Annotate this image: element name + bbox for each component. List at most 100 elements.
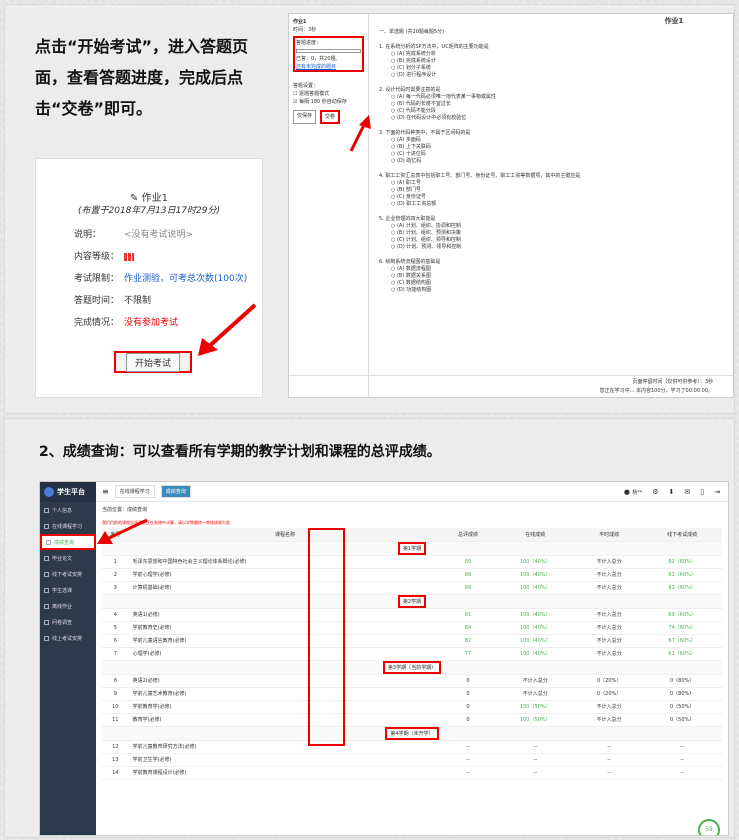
answer-option[interactable]: ○ (D) 进行程序设计	[391, 72, 729, 79]
answer-option[interactable]: ○ (A) 每一代码必须唯一地代表某一事物或属性	[391, 94, 729, 101]
gear-icon[interactable]: ⚙	[652, 488, 658, 496]
panel-exam: 点击“开始考试”，进入答题页面，查看答题进度，完成后点击“交卷”即可。 ✎ 作业…	[4, 4, 735, 414]
answer-option[interactable]: ○ (C) 计划、组织、领导和控制	[391, 237, 729, 244]
exam-row-time: 答题时间： 不限制	[74, 296, 152, 306]
unanswered-link[interactable]: 还有未完成的题目	[296, 63, 361, 71]
answer-option[interactable]: ○ (D) 职工工资总额	[391, 201, 729, 208]
answer-option[interactable]: ○ (A) 计划、组织、协调和控制	[391, 223, 729, 230]
table-cell: 3	[102, 581, 129, 595]
sidebar: 学生平台 个人信息 在线课程学习 成绩查询 毕业论文 线下考试安排 学生选课 离线作业 问卷调…	[40, 482, 96, 835]
answer-option[interactable]: ○ (C) 身份证号	[391, 194, 729, 201]
sidebar-item[interactable]: 在线课程学习	[40, 518, 96, 534]
table-cell: 7	[102, 647, 129, 661]
tab-grades[interactable]: 成绩查询	[160, 485, 191, 498]
question-item: 3. 下面的代码种类中，不属于区间码的是 ○ (A) 多面码 ○ (B) 上下关联码…	[379, 130, 729, 165]
table-cell: 不计入总分	[575, 647, 643, 661]
menu-icon[interactable]: ≡	[102, 487, 109, 496]
sidebar-item[interactable]: 问卷调查	[40, 614, 96, 630]
question-item: 2. 设计代码时需要注意的是 ○ (A) 每一代码必须唯一地代表某一事物或属性 ○ …	[379, 87, 729, 122]
arrow-icon	[349, 115, 371, 152]
question-item: 6. 绘制系统流程图的基础是 ○ (A) 数据流程图 ○ (B) 数据关系图 ○ (C…	[379, 259, 729, 294]
answer-option[interactable]: ○ (A) 职工号	[391, 180, 729, 187]
exam-row-limit: 考试限制： 作业测验，可考总次数(100次)	[74, 274, 248, 284]
answer-option[interactable]: ○ (D) 功能结构图	[391, 287, 729, 294]
sidebar-item[interactable]: 成绩查询	[40, 534, 96, 550]
answer-option[interactable]: ○ (B) 代码的长度不宜过长	[391, 101, 729, 108]
table-row: 14 学前教育课程设计(必修) -- -- -- --	[102, 766, 722, 780]
answer-option[interactable]: ○ (B) 数据关系图	[391, 273, 729, 280]
answer-footer: 页面停留时间（仅供可供参考）：3秒 您正在学习中... 本内容100分，学习了0…	[289, 375, 733, 397]
logout-icon[interactable]: ⇥	[714, 488, 720, 496]
answer-option[interactable]: ○ (A) 多面码	[391, 137, 729, 144]
table-cell: 毛泽东思想和中国特色社会主义理论体系概论(必修)	[128, 555, 442, 569]
user-icon[interactable]: ● 杨**	[624, 488, 642, 496]
save-button[interactable]: 仅保存	[293, 110, 317, 124]
table-cell: 81（60%）	[642, 568, 722, 582]
mail-icon[interactable]: ✉	[684, 488, 690, 496]
table-cell: --	[575, 766, 643, 780]
table-row: 10 学前教育学(必修) 0 100（50%） 不计入总分 0（50%）	[102, 700, 722, 714]
submit-button[interactable]: 交卷	[320, 110, 341, 124]
table-cell: 不计入总分	[575, 555, 643, 569]
table-cell: --	[441, 753, 495, 767]
answer-questions: 作业1 一、单选题 (共20题每题5分) 1. 在系统分析的SP方法中，UC矩阵…	[379, 18, 729, 294]
table-cell: 6	[102, 634, 129, 648]
answer-option[interactable]: ○ (D) 计划、预测、领导和控制	[391, 244, 729, 251]
column-header: 线下考试成绩	[642, 528, 722, 542]
table-cell: 89	[441, 568, 495, 582]
term-label: 第1学期	[397, 541, 427, 555]
answer-option[interactable]: ○ (C) 代码不能分段	[391, 108, 729, 115]
download-icon[interactable]: ⬇	[669, 488, 675, 496]
menu-item-icon	[44, 619, 49, 625]
answer-option[interactable]: ○ (C) 数据结构图	[391, 280, 729, 287]
setting-autosave[interactable]: ☑ 每隔 180 秒自动保存	[293, 98, 364, 106]
answer-option[interactable]: ○ (C) 划分子系统	[391, 65, 729, 72]
table-cell: 100（50%）	[494, 713, 576, 727]
table-row: 6 学前儿童语言教育(必修) 82 100（40%） 不计入总分 67（60%）	[102, 634, 722, 648]
table-cell: 不计入总分	[494, 674, 576, 688]
term-label: 第4学期（未开学）	[385, 726, 439, 740]
table-cell: 69（60%）	[642, 608, 722, 622]
tab-online-course[interactable]: 在线课程学习	[114, 485, 155, 498]
answer-option[interactable]: ○ (D) 助忆码	[391, 158, 729, 165]
table-cell: 82（60%）	[642, 555, 722, 569]
answer-option[interactable]: ○ (B) 完成系统设计	[391, 58, 729, 65]
sidebar-item[interactable]: 线下考试安排	[40, 566, 96, 582]
exam-row-level: 内容等级：	[74, 249, 134, 262]
table-row: 8 英语2(必修) 0 不计入总分 0（20%） 0（80%）	[102, 674, 722, 688]
table-cell: 84	[441, 621, 495, 635]
sidebar-item[interactable]: 线上考试安排	[40, 630, 96, 646]
table-cell: --	[494, 766, 576, 780]
term-row: 第1学期	[102, 541, 722, 556]
menu-item-icon	[46, 539, 51, 545]
table-cell: 2	[102, 568, 129, 582]
logo-icon	[44, 487, 54, 497]
menu-item-icon	[44, 587, 49, 593]
table-cell: 0（50%）	[642, 713, 722, 727]
answer-option[interactable]: ○ (B) 部门号	[391, 187, 729, 194]
table-cell: 0	[441, 713, 495, 727]
table-cell: 0（20%）	[575, 687, 643, 701]
answer-option[interactable]: ○ (D) 在代码设计中必须有校验位	[391, 115, 729, 122]
answer-option[interactable]: ○ (A) 数据流程图	[391, 266, 729, 273]
setting-mode[interactable]: ☐ 逐题答题模式	[293, 90, 364, 98]
question-item: 1. 在系统分析的SP方法中，UC矩阵的主要功能是 ○ (A) 完成系统分析 ○ (…	[379, 44, 729, 79]
sidebar-item[interactable]: 毕业论文	[40, 550, 96, 566]
sidebar-item[interactable]: 离线作业	[40, 598, 96, 614]
start-exam-button[interactable]: 开始考试	[114, 351, 192, 373]
answer-option[interactable]: ○ (B) 计划、组织、预测和决策	[391, 230, 729, 237]
progress-bubble[interactable]: 59	[698, 819, 720, 835]
table-cell: 学前教育课程设计(必修)	[128, 766, 442, 780]
answer-option[interactable]: ○ (A) 完成系统分析	[391, 51, 729, 58]
phone-icon[interactable]: ▯	[700, 488, 704, 496]
answer-option[interactable]: ○ (B) 上下关联码	[391, 144, 729, 151]
answer-title: 作业1	[293, 19, 307, 25]
sidebar-item[interactable]: 个人信息	[40, 502, 96, 518]
table-cell: --	[441, 766, 495, 780]
sidebar-item[interactable]: 学生选课	[40, 582, 96, 598]
table-cell: 0	[441, 687, 495, 701]
table-row: 13 学前卫生学(必修) -- -- -- --	[102, 753, 722, 767]
term-row: 第3学期（当前学期）	[102, 660, 722, 675]
grades-table: 序号课程名称总评成绩在线成绩平时成绩线下考试成绩 第1学期1毛泽东思想和中国特色…	[102, 528, 722, 780]
answer-option[interactable]: ○ (C) 十进位码	[391, 151, 729, 158]
